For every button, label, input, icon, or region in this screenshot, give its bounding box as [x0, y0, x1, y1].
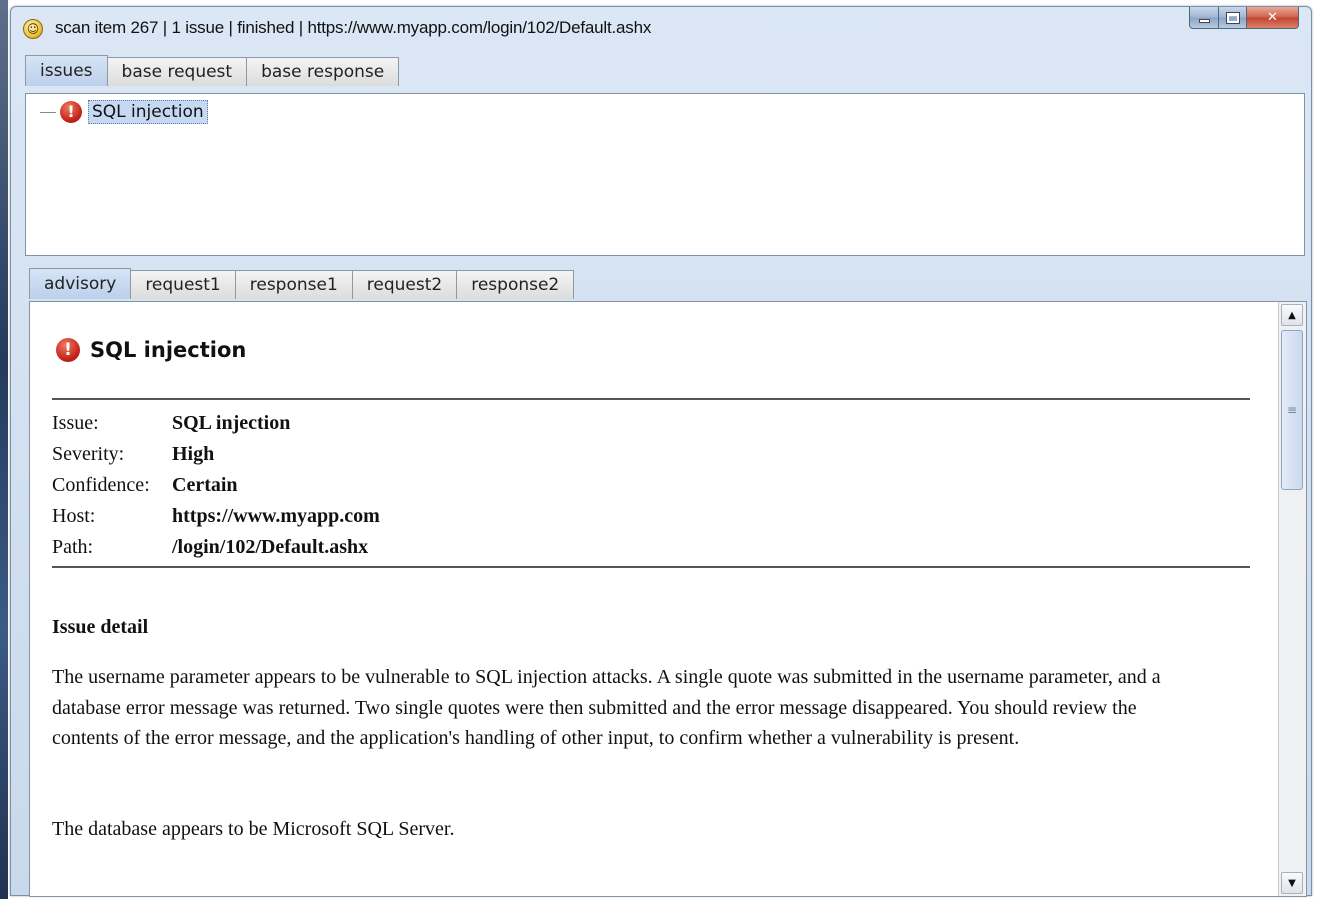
minimize-button[interactable]	[1189, 7, 1219, 29]
tree-connector	[40, 111, 56, 113]
issues-tree-panel: ! SQL injection	[25, 93, 1305, 256]
property-value: https://www.myapp.com	[172, 505, 380, 527]
scrollbar-thumb[interactable]: ≡	[1281, 330, 1303, 490]
scroll-down-button[interactable]: ▼	[1281, 872, 1303, 894]
advisory-content: ! SQL injection Issue: SQL injection Sev…	[30, 302, 1276, 896]
tab-response1-label: response1	[249, 275, 338, 295]
tab-advisory-label: advisory	[44, 274, 117, 294]
divider	[52, 566, 1250, 568]
tab-response2[interactable]: response2	[456, 270, 575, 299]
advisory-title: SQL injection	[90, 338, 247, 362]
desktop-edge	[0, 0, 8, 899]
detail-tab-bar: advisory request1 response1 request2 res…	[29, 268, 575, 299]
tree-item-label: SQL injection	[88, 100, 208, 124]
issue-detail-paragraph: The username parameter appears to be vul…	[52, 666, 1161, 749]
close-icon: ✕	[1267, 10, 1278, 25]
property-row-host: Host: https://www.myapp.com	[52, 501, 380, 532]
property-value: SQL injection	[172, 412, 291, 434]
vertical-scrollbar[interactable]: ▲ ≡ ▼	[1278, 302, 1306, 896]
property-row-confidence: Confidence: Certain	[52, 470, 380, 501]
issue-detail-heading: Issue detail	[52, 616, 149, 638]
property-row-path: Path: /login/102/Default.ashx	[52, 532, 380, 563]
issue-detail-paragraph: The database appears to be Microsoft SQL…	[52, 818, 455, 840]
tree-item-sql-injection[interactable]: ! SQL injection	[40, 100, 208, 124]
issue-properties: Issue: SQL injection Severity: High Conf…	[52, 408, 380, 563]
property-key: Confidence:	[52, 474, 150, 496]
property-value: /login/102/Default.ashx	[172, 536, 369, 558]
property-key: Issue:	[52, 412, 99, 434]
tab-issues-label: issues	[40, 61, 93, 81]
tab-request2-label: request2	[366, 275, 443, 295]
tab-request2[interactable]: request2	[351, 270, 458, 299]
tab-base-request[interactable]: base request	[106, 57, 248, 86]
title-bar[interactable]: ☺ scan item 267 | 1 issue | finished | h…	[11, 7, 1311, 51]
tab-request1-label: request1	[145, 275, 221, 295]
property-key: Host:	[52, 505, 96, 527]
scan-item-window: ☺ scan item 267 | 1 issue | finished | h…	[10, 6, 1312, 897]
tab-response2-label: response2	[471, 275, 560, 295]
tab-response1[interactable]: response1	[234, 270, 353, 299]
advisory-panel: ! SQL injection Issue: SQL injection Sev…	[29, 301, 1307, 897]
minimize-icon	[1198, 18, 1210, 23]
issue-high-icon: !	[56, 338, 80, 362]
divider	[52, 398, 1250, 400]
tab-base-response-label: base response	[261, 62, 385, 82]
property-row-issue: Issue: SQL injection	[52, 408, 380, 439]
scroll-up-button[interactable]: ▲	[1281, 304, 1303, 326]
grip-icon: ≡	[1286, 403, 1298, 417]
app-icon[interactable]: ☺	[23, 19, 43, 39]
window-title: scan item 267 | 1 issue | finished | htt…	[55, 18, 652, 37]
property-value: Certain	[172, 474, 238, 496]
maximize-icon	[1225, 11, 1240, 24]
arrow-down-icon: ▼	[1288, 877, 1296, 889]
property-key: Path:	[52, 536, 94, 558]
maximize-button[interactable]	[1219, 7, 1247, 29]
property-key: Severity:	[52, 443, 125, 465]
tab-request1[interactable]: request1	[130, 270, 236, 299]
advisory-heading: ! SQL injection	[56, 338, 246, 362]
issue-high-icon: !	[60, 101, 82, 123]
tab-base-request-label: base request	[121, 62, 233, 82]
tab-issues[interactable]: issues	[25, 55, 108, 86]
tab-advisory[interactable]: advisory	[29, 268, 132, 299]
tab-base-response[interactable]: base response	[246, 57, 400, 86]
close-button[interactable]: ✕	[1247, 7, 1299, 29]
caption-buttons: ✕	[1189, 7, 1299, 31]
top-tab-bar: issues base request base response	[25, 55, 400, 86]
property-row-severity: Severity: High	[52, 439, 380, 470]
property-value: High	[172, 443, 215, 465]
arrow-up-icon: ▲	[1288, 309, 1296, 321]
